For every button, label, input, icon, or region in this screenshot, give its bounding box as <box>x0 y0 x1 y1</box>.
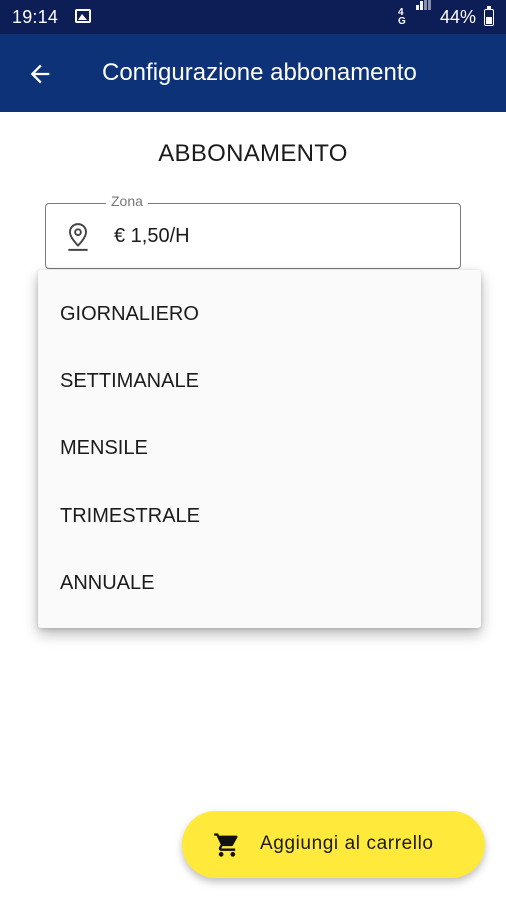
option-mensile[interactable]: MENSILE <box>38 416 481 480</box>
add-to-cart-label: Aggiungi al carrello <box>260 833 434 854</box>
image-icon <box>75 9 91 23</box>
arrow-left-icon[interactable] <box>26 60 54 88</box>
page-title: Configurazione abbonamento <box>102 59 417 86</box>
location-pin-icon <box>68 223 88 251</box>
option-annuale[interactable]: ANNUALE <box>38 551 481 615</box>
battery-icon <box>484 6 494 26</box>
option-settimanale[interactable]: SETTIMANALE <box>38 349 481 413</box>
option-trimestrale[interactable]: TRIMESTRALE <box>38 484 481 548</box>
option-giornaliero[interactable]: GIORNALIERO <box>38 282 481 346</box>
network-icon: 4G <box>398 7 406 27</box>
battery-percentage: 44% <box>440 7 477 27</box>
section-title: ABBONAMENTO <box>158 140 348 167</box>
subscription-dropdown: GIORNALIERO SETTIMANALE MENSILE TRIMESTR… <box>38 270 481 628</box>
status-time: 19:14 <box>12 7 59 27</box>
cart-icon <box>214 833 238 857</box>
zona-field[interactable]: Zona € 1,50/H <box>45 193 461 269</box>
zona-value: € 1,50/H <box>114 225 190 247</box>
app-bar: Configurazione abbonamento <box>0 34 506 112</box>
status-bar: 19:14 4G 44% <box>0 0 506 34</box>
zona-label: Zona <box>106 193 148 209</box>
add-to-cart-button[interactable]: Aggiungi al carrello <box>182 811 485 878</box>
